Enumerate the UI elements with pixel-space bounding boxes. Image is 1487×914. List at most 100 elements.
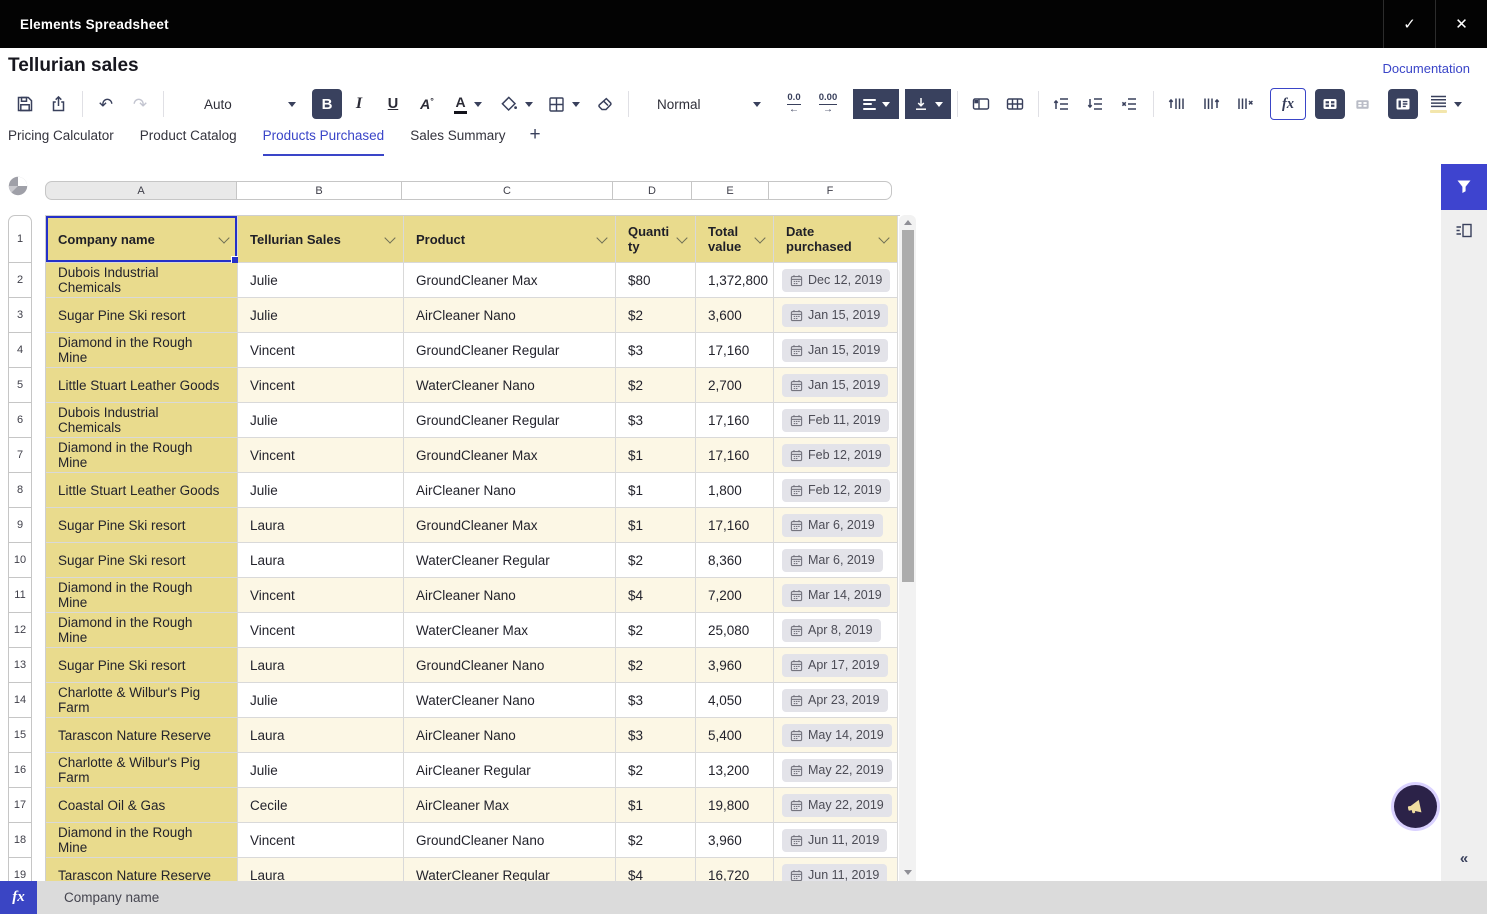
row-number-1[interactable]: 1 — [8, 215, 32, 263]
cell-header-total[interactable]: Total value — [696, 216, 774, 263]
cell-date[interactable]: Jan 15, 2019 — [774, 333, 898, 368]
row-number-18[interactable]: 18 — [8, 822, 32, 858]
cell-date[interactable]: Mar 6, 2019 — [774, 543, 898, 578]
date-badge[interactable]: Jan 15, 2019 — [782, 304, 888, 327]
cell-company[interactable]: Sugar Pine Ski resort — [46, 648, 238, 683]
cell-company[interactable]: Sugar Pine Ski resort — [46, 543, 238, 578]
cell-total[interactable]: 7,200 — [696, 578, 774, 613]
underline-button[interactable]: U — [376, 89, 410, 119]
fill-color-button[interactable] — [492, 89, 540, 119]
cell-quantity[interactable]: $1 — [616, 788, 696, 823]
decrease-decimal-button[interactable]: 0.0← — [777, 89, 811, 119]
italic-button[interactable]: I — [342, 89, 376, 119]
cell-date[interactable]: Dec 12, 2019 — [774, 263, 898, 298]
date-badge[interactable]: Mar 14, 2019 — [782, 584, 890, 607]
cell-total[interactable]: 17,160 — [696, 508, 774, 543]
cell-header-quantity[interactable]: Quantity — [616, 216, 696, 263]
cell-total[interactable]: 16,720 — [696, 858, 774, 881]
confirm-button[interactable]: ✓ — [1383, 0, 1435, 48]
add-sheet-button[interactable]: + — [529, 122, 540, 144]
cell-product[interactable]: GroundCleaner Regular — [404, 333, 616, 368]
date-badge[interactable]: Jan 15, 2019 — [782, 374, 888, 397]
column-letter-F[interactable]: F — [768, 181, 892, 200]
cell-company[interactable]: Tarascon Nature Reserve — [46, 858, 238, 881]
insert-column-right-button[interactable] — [1194, 89, 1228, 119]
cell-quantity[interactable]: $2 — [616, 648, 696, 683]
cell-quantity[interactable]: $3 — [616, 333, 696, 368]
row-number-10[interactable]: 10 — [8, 542, 32, 578]
cell-sales[interactable]: Laura — [238, 543, 404, 578]
cell-quantity[interactable]: $2 — [616, 823, 696, 858]
cell-total[interactable]: 3,960 — [696, 648, 774, 683]
delete-row-button[interactable] — [1113, 89, 1147, 119]
row-number-14[interactable]: 14 — [8, 682, 32, 718]
cell-quantity[interactable]: $80 — [616, 263, 696, 298]
cell-company[interactable]: Charlotte & Wilbur's Pig Farm — [46, 753, 238, 788]
cell-total[interactable]: 4,050 — [696, 683, 774, 718]
style-select[interactable]: Normal — [649, 89, 769, 119]
column-menu-icon[interactable] — [384, 232, 395, 243]
cell-total[interactable]: 1,372,800 — [696, 263, 774, 298]
redo-button[interactable]: ↷ — [123, 89, 157, 119]
cell-total[interactable]: 3,960 — [696, 823, 774, 858]
increase-decimal-button[interactable]: 0.00→ — [811, 89, 845, 119]
row-number-19[interactable]: 19 — [8, 857, 32, 881]
cell-product[interactable]: AirCleaner Nano — [404, 578, 616, 613]
cell-sales[interactable]: Laura — [238, 648, 404, 683]
cell-quantity[interactable]: $3 — [616, 683, 696, 718]
tab-products-purchased[interactable]: Products Purchased — [263, 122, 385, 156]
row-number-6[interactable]: 6 — [8, 402, 32, 438]
cell-date[interactable]: Jun 11, 2019 — [774, 858, 898, 881]
cell-quantity[interactable]: $4 — [616, 578, 696, 613]
cell-product[interactable]: WaterCleaner Max — [404, 613, 616, 648]
cell-header-sales[interactable]: Tellurian Sales — [238, 216, 404, 263]
cell-total[interactable]: 17,160 — [696, 403, 774, 438]
cell-date[interactable]: Feb 12, 2019 — [774, 438, 898, 473]
cell-product[interactable]: WaterCleaner Nano — [404, 683, 616, 718]
cell-quantity[interactable]: $2 — [616, 613, 696, 648]
cell-sales[interactable]: Vincent — [238, 823, 404, 858]
date-badge[interactable]: Jun 11, 2019 — [782, 829, 887, 852]
side-panel-toggle[interactable] — [1456, 222, 1473, 239]
cell-sales[interactable]: Vincent — [238, 578, 404, 613]
cell-sales[interactable]: Julie — [238, 403, 404, 438]
cell-company[interactable]: Diamond in the Rough Mine — [46, 578, 238, 613]
cell-date[interactable]: Jun 11, 2019 — [774, 823, 898, 858]
date-badge[interactable]: Feb 11, 2019 — [782, 409, 889, 432]
insert-row-above-button[interactable] — [1045, 89, 1079, 119]
column-menu-icon[interactable] — [218, 232, 229, 243]
data-table-view-button[interactable] — [1315, 89, 1345, 119]
cell-quantity[interactable]: $1 — [616, 438, 696, 473]
row-number-17[interactable]: 17 — [8, 787, 32, 823]
cell-company[interactable]: Diamond in the Rough Mine — [46, 333, 238, 368]
date-badge[interactable]: May 14, 2019 — [782, 724, 892, 747]
announcements-button[interactable] — [1394, 785, 1437, 828]
cell-sales[interactable]: Julie — [238, 298, 404, 333]
cell-product[interactable]: AirCleaner Nano — [404, 718, 616, 753]
bold-button[interactable]: B — [312, 89, 342, 119]
date-badge[interactable]: Mar 6, 2019 — [782, 514, 883, 537]
cell-header-date[interactable]: Date purchased — [774, 216, 898, 263]
cell-date[interactable]: Apr 8, 2019 — [774, 613, 898, 648]
date-badge[interactable]: May 22, 2019 — [782, 759, 892, 782]
vertical-align-button[interactable] — [905, 89, 951, 119]
cell-total[interactable]: 17,160 — [696, 438, 774, 473]
cell-date[interactable]: Jan 15, 2019 — [774, 298, 898, 333]
column-menu-icon[interactable] — [676, 232, 687, 243]
cell-sales[interactable]: Vincent — [238, 368, 404, 403]
cell-quantity[interactable]: $3 — [616, 718, 696, 753]
row-number-13[interactable]: 13 — [8, 647, 32, 683]
column-menu-icon[interactable] — [596, 232, 607, 243]
formula-input[interactable]: Company name — [64, 890, 159, 905]
date-badge[interactable]: Apr 17, 2019 — [782, 654, 888, 677]
cell-header-product[interactable]: Product — [404, 216, 616, 263]
select-all-button[interactable] — [8, 176, 28, 196]
column-letter-E[interactable]: E — [691, 181, 769, 200]
cell-company[interactable]: Charlotte & Wilbur's Pig Farm — [46, 683, 238, 718]
cell-company[interactable]: Little Stuart Leather Goods — [46, 368, 238, 403]
clear-format-button[interactable] — [588, 89, 622, 119]
insert-column-left-button[interactable] — [1160, 89, 1194, 119]
cell-header-company[interactable]: Company name — [46, 216, 238, 263]
cell-quantity[interactable]: $2 — [616, 543, 696, 578]
tab-pricing-calculator[interactable]: Pricing Calculator — [8, 122, 114, 156]
